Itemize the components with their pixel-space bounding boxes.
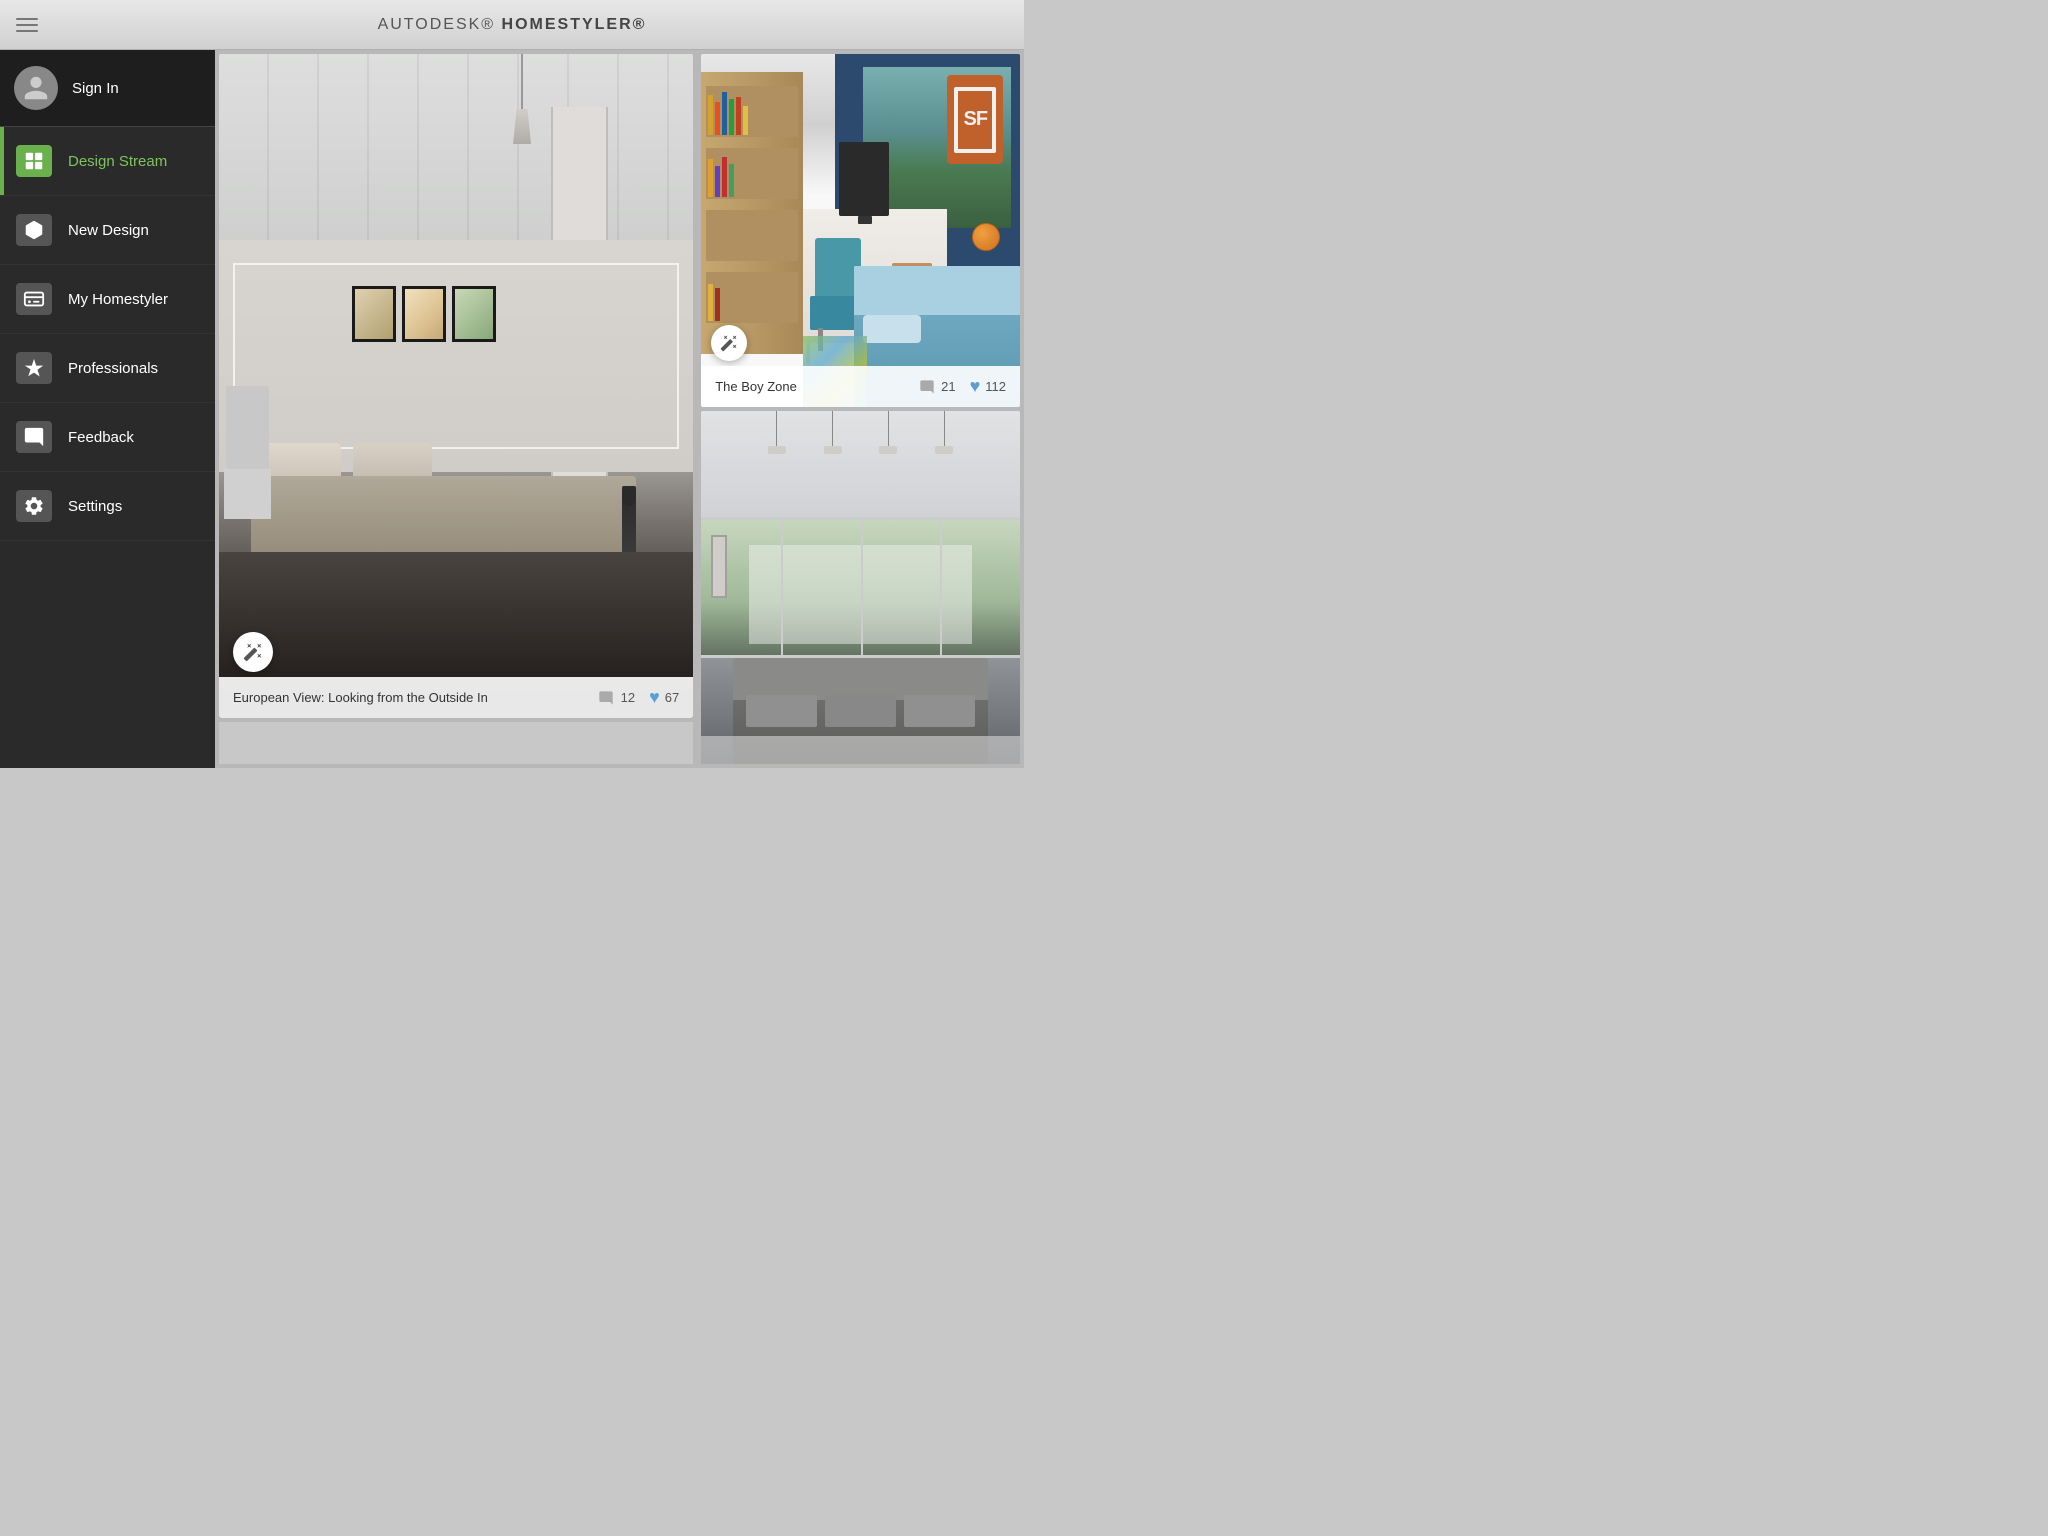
boy-zone-magic-button[interactable] — [711, 325, 747, 361]
left-chairs — [224, 386, 271, 552]
app-title-regular: AUTODESK® — [378, 16, 502, 33]
main-like-count: 67 — [665, 690, 679, 705]
main-card-stats: 12 ♥ 67 — [596, 687, 680, 708]
main-like-stat: ♥ 67 — [649, 687, 679, 708]
bedroom-art — [219, 54, 693, 718]
living-room-card[interactable] — [701, 411, 1020, 764]
design-stream-icon-bg — [16, 145, 52, 177]
table-top — [701, 736, 1020, 764]
settings-icon-bg — [16, 490, 52, 522]
art-frames — [352, 286, 496, 342]
boy-zone-comment-count: 21 — [941, 379, 955, 394]
main-comment-stat: 12 — [596, 690, 635, 706]
app-title: AUTODESK® HOMESTYLER® — [378, 16, 647, 34]
sign-in-label: Sign In — [72, 80, 119, 97]
main-card[interactable]: European View: Looking from the Outside … — [219, 54, 693, 718]
sidebar-nav: Design Stream New Design My Homestyler — [0, 127, 215, 768]
frame-1 — [352, 286, 396, 342]
sidebar-item-settings[interactable]: Settings — [0, 472, 215, 541]
new-design-icon-bg — [16, 214, 52, 246]
boy-zone-scene: SF — [701, 54, 1020, 407]
main-comment-count: 12 — [621, 690, 635, 705]
sidebar-item-feedback[interactable]: Feedback — [0, 403, 215, 472]
boy-zone-comment-stat: 21 — [918, 379, 955, 395]
menu-button[interactable] — [16, 18, 38, 32]
top-bar: AUTODESK® HOMESTYLER® — [0, 0, 1024, 50]
app-title-bold: HOMESTYLER® — [502, 16, 647, 33]
main-card-title: European View: Looking from the Outside … — [233, 690, 488, 705]
boy-zone-title: The Boy Zone — [715, 379, 797, 394]
settings-label: Settings — [68, 498, 122, 515]
ceiling-lines — [219, 54, 693, 253]
sidebar-item-design-stream[interactable]: Design Stream — [0, 127, 215, 196]
right-column: SF — [701, 54, 1020, 764]
left-column: European View: Looking from the Outside … — [219, 54, 693, 764]
hanging-lamps — [749, 411, 972, 454]
new-design-label: New Design — [68, 222, 149, 239]
boy-zone-card[interactable]: SF — [701, 54, 1020, 407]
magic-wand-button[interactable] — [233, 632, 273, 672]
my-homestyler-icon-bg — [16, 283, 52, 315]
professionals-label: Professionals — [68, 360, 158, 377]
boy-zone-overlay: The Boy Zone 21 ♥ 112 — [701, 366, 1020, 407]
main-layout: Sign In Design Stream New Design — [0, 50, 1024, 768]
sidebar-item-new-design[interactable]: New Design — [0, 196, 215, 265]
window-frame — [701, 517, 1020, 658]
main-card-overlay: European View: Looking from the Outside … — [219, 677, 693, 718]
living-scene — [701, 411, 1020, 764]
frame-2 — [402, 286, 446, 342]
sign-in-section[interactable]: Sign In — [0, 50, 215, 127]
my-homestyler-label: My Homestyler — [68, 291, 168, 308]
pendant-lamp — [513, 54, 531, 144]
vase — [622, 486, 636, 552]
boy-zone-stats: 21 ♥ 112 — [918, 376, 1006, 397]
wall-art — [711, 535, 727, 599]
sidebar: Sign In Design Stream New Design — [0, 50, 215, 768]
sidebar-item-professionals[interactable]: Professionals — [0, 334, 215, 403]
main-heart-icon: ♥ — [649, 687, 660, 708]
bottom-strip — [219, 722, 693, 764]
avatar — [14, 66, 58, 110]
boy-zone-heart-icon: ♥ — [970, 376, 981, 397]
feedback-label: Feedback — [68, 429, 134, 446]
feedback-icon-bg — [16, 421, 52, 453]
sidebar-item-my-homestyler[interactable]: My Homestyler — [0, 265, 215, 334]
boy-zone-like-count: 112 — [985, 379, 1006, 394]
professionals-icon-bg — [16, 352, 52, 384]
content-area: European View: Looking from the Outside … — [215, 50, 1024, 768]
boy-zone-like-stat: ♥ 112 — [970, 376, 1006, 397]
design-stream-label: Design Stream — [68, 153, 167, 170]
frame-3 — [452, 286, 496, 342]
bookshelf — [701, 72, 803, 354]
